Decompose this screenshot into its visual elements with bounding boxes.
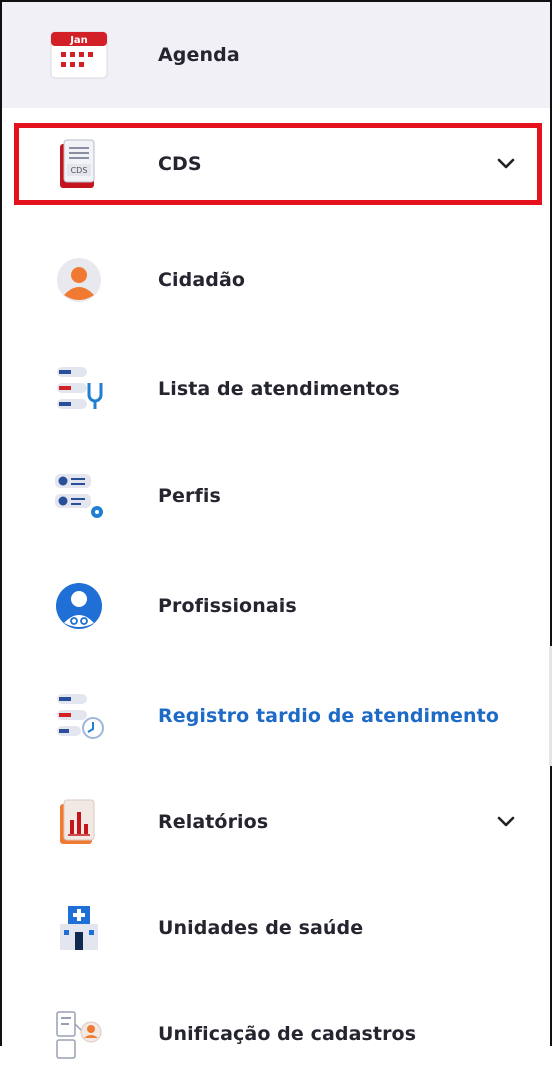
- menu-item-relatorios[interactable]: Relatórios: [2, 784, 550, 860]
- menu-item-unidades-saude[interactable]: Unidades de saúde: [2, 890, 550, 966]
- menu-item-registro-tardio[interactable]: Registro tardio de atendimento: [2, 678, 550, 754]
- menu-item-label-registro-tardio: Registro tardio de atendimento: [158, 705, 499, 727]
- health-unit-icon: [48, 902, 110, 954]
- menu-item-label-cds: CDS: [158, 153, 202, 175]
- menu-item-label-cidadao: Cidadão: [158, 269, 246, 291]
- menu-item-label-unificacao-cadastros: Unificação de cadastros: [158, 1023, 417, 1045]
- cds-document-icon: CDS: [48, 138, 110, 190]
- menu-item-cds[interactable]: CDS CDS: [2, 126, 550, 202]
- side-navigation-menu: Jan Agenda CDS CDS Cidadão Lista de aten…: [0, 0, 552, 1059]
- attendance-list-icon: [48, 363, 110, 415]
- profiles-settings-icon: [48, 470, 110, 522]
- calendar-badge: Jan: [69, 35, 88, 46]
- professional-doctor-icon: [48, 580, 110, 632]
- citizen-avatar-icon: [48, 254, 110, 306]
- menu-item-profissionais[interactable]: Profissionais: [2, 568, 550, 644]
- menu-item-perfis[interactable]: Perfis: [2, 458, 550, 534]
- menu-item-cidadao[interactable]: Cidadão: [2, 242, 550, 318]
- menu-item-label-perfis: Perfis: [158, 485, 221, 507]
- chevron-down-icon[interactable]: [496, 815, 516, 829]
- menu-item-lista-atendimentos[interactable]: Lista de atendimentos: [2, 351, 550, 427]
- menu-item-unificacao-cadastros[interactable]: Unificação de cadastros: [2, 996, 550, 1072]
- reports-chart-icon: [48, 796, 110, 848]
- calendar-icon: Jan: [48, 29, 110, 81]
- menu-item-label-lista-atendimentos: Lista de atendimentos: [158, 378, 400, 400]
- menu-item-label-relatorios: Relatórios: [158, 811, 269, 833]
- chevron-down-icon[interactable]: [496, 157, 516, 171]
- menu-item-label-unidades-saude: Unidades de saúde: [158, 917, 364, 939]
- menu-item-label-agenda: Agenda: [158, 44, 240, 66]
- cds-icon-badge: CDS: [71, 166, 88, 175]
- menu-item-agenda[interactable]: Jan Agenda: [2, 2, 550, 108]
- late-record-clock-icon: [48, 690, 110, 742]
- scroll-edge-indicator: [549, 646, 552, 766]
- menu-item-label-profissionais: Profissionais: [158, 595, 297, 617]
- merge-records-icon: [48, 1008, 110, 1060]
